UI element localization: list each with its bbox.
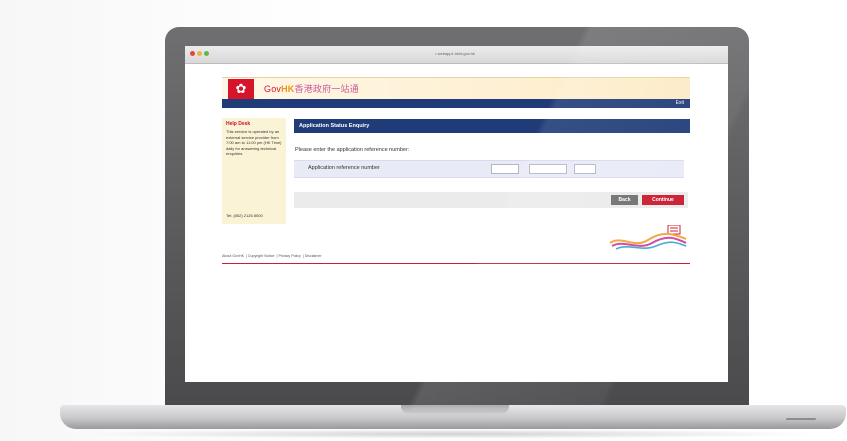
laptop-notch [401, 405, 509, 414]
laptop-screen: • webapp1.hkid.gov.hk ✿ GovHK香港政府一站通 Exi… [185, 46, 728, 382]
laptop-shadow [80, 429, 826, 439]
help-desk-phone: Tel: (852) 2126 8000 [226, 213, 263, 218]
laptop-vent [786, 418, 816, 420]
footer-links: About GovHK | Copyright Notice | Privacy P… [222, 254, 690, 264]
govhk-page: ✿ GovHK香港政府一站通 Exit Help Desk This servi… [222, 72, 690, 312]
maximize-window-icon[interactable] [204, 51, 209, 56]
help-desk-title: Help Desk [226, 121, 251, 127]
help-desk-panel: Help Desk This service is operated by an… [222, 118, 286, 224]
exit-link[interactable]: Exit [676, 100, 684, 107]
help-desk-text: This service is operated by an external … [226, 129, 282, 156]
govhk-header: ✿ GovHK香港政府一站通 [222, 77, 690, 99]
reference-number-part-2[interactable] [529, 164, 567, 174]
brand-hong-kong-dragon-logo [609, 225, 687, 250]
address-bar[interactable]: • webapp1.hkid.gov.hk [385, 49, 525, 59]
reference-number-part-3[interactable] [574, 164, 596, 174]
browser-toolbar: • webapp1.hkid.gov.hk [185, 46, 728, 64]
footer-link-privacy[interactable]: Privacy Policy [278, 254, 300, 258]
continue-button[interactable]: Continue [642, 195, 684, 205]
section-title: Application Status Enquiry [294, 119, 690, 133]
reference-number-label: Application reference number [308, 165, 380, 171]
close-window-icon[interactable] [190, 51, 195, 56]
minimize-window-icon[interactable] [197, 51, 202, 56]
reference-number-row: Application reference number [294, 160, 684, 178]
instruction-text: Please enter the application reference n… [295, 147, 410, 153]
footer-link-about[interactable]: About GovHK [222, 254, 244, 258]
back-button[interactable]: Back [611, 195, 638, 205]
footer-link-copyright[interactable]: Copyright Notice [248, 254, 275, 258]
bauhinia-flag-icon: ✿ [228, 79, 254, 99]
footer-link-disclaimer[interactable]: Disclaimer [305, 254, 322, 258]
logo-hk-text: HK [281, 84, 295, 94]
action-bar: Back Continue [294, 192, 688, 208]
reference-number-part-1[interactable] [491, 164, 519, 174]
top-nav-bar: Exit [222, 99, 690, 108]
logo-chinese-text: 香港政府一站通 [294, 84, 359, 94]
logo-gov-text: Gov [264, 84, 282, 94]
govhk-logo[interactable]: GovHK香港政府一站通 [264, 83, 359, 95]
